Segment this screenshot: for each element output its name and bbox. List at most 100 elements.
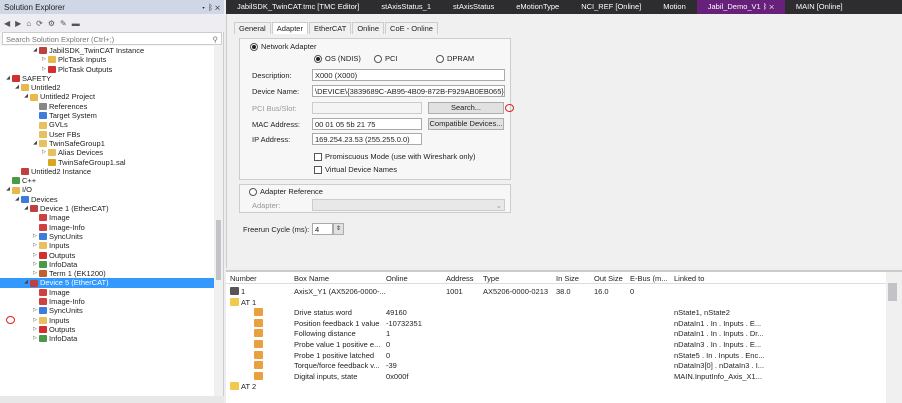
expanded-arrow-icon[interactable]: ◢ [13,83,21,92]
document-tab[interactable]: stAxisStatus_1 [370,0,442,14]
tree-scroll-thumb[interactable] [216,220,221,280]
list-row[interactable]: Following distance 1 nDataIn1 . In . Input… [226,328,888,339]
home-icon[interactable]: ⌂ [26,19,31,28]
editor-subtab[interactable]: CoE - Online [385,22,438,34]
tree-item[interactable]: User FBs [0,130,214,139]
sync-icon[interactable]: ⟳ [36,19,43,28]
document-tab[interactable]: stAxisStatus [442,0,505,14]
expanded-arrow-icon[interactable]: ◢ [13,195,21,204]
column-header[interactable]: E-Bus (m... [630,274,668,283]
document-tab[interactable]: Jabil_Demo_V1 ᛒ ✕ [696,0,785,14]
tree-item[interactable]: Untitled2 Instance [0,167,214,176]
tree-item[interactable]: ◢ Device 1 (EtherCAT) [0,204,214,213]
mac-field[interactable]: 00 01 05 5b 21 75 [312,118,422,130]
list-row[interactable]: Drive status word 49160 nState1, nState2 [226,307,888,318]
list-row[interactable]: AT 1 [226,297,888,308]
promiscuous-checkbox[interactable] [314,152,322,161]
tree-item[interactable]: References [0,102,214,111]
collapsed-arrow-icon[interactable]: ▷ [40,55,48,64]
list-row[interactable]: 1 AxisX_Y1 (AX5206-0000-... 1001 AX5206-000… [226,286,888,297]
column-header[interactable]: Address [446,274,474,283]
list-row[interactable]: Digital inputs, state 0x000f MAIN.InputInf… [226,371,888,382]
compatible-devices-button[interactable]: Compatible Devices... [428,118,504,130]
expanded-arrow-icon[interactable]: ◢ [31,139,39,148]
editor-subtab[interactable]: Online [352,22,385,34]
tree-item[interactable]: Target System [0,111,214,120]
collapsed-arrow-icon[interactable]: ▷ [31,269,39,278]
panel-controls[interactable]: ▾ ᛒ ✕ [201,3,220,12]
forward-icon[interactable]: ▶ [15,19,21,28]
tree-item[interactable]: ◢ Devices [0,195,214,204]
wrench-icon[interactable]: ✎ [60,19,67,28]
column-header[interactable]: Number [230,274,257,283]
tree-item[interactable]: ▷ SyncUnits [0,306,214,315]
tree-item[interactable]: GVLs [0,120,214,129]
adapter-reference-option[interactable]: Adapter Reference [249,187,323,196]
expanded-arrow-icon[interactable]: ◢ [22,92,30,101]
tree-item[interactable]: ◢ Untitled2 Project [0,92,214,101]
tree-item[interactable]: ▷ PlcTask Inputs [0,55,214,64]
collapsed-arrow-icon[interactable]: ▷ [40,148,48,157]
document-tab[interactable]: MAIN [Online] [785,0,854,14]
list-row[interactable]: Probe value 1 positive e... 0 nDataIn3 . I… [226,339,888,350]
editor-subtab[interactable]: General [234,22,271,34]
document-tab[interactable]: NCI_REF [Online] [570,0,652,14]
tree-item[interactable]: TwinSafeGroup1.sal [0,158,214,167]
device-name-field[interactable]: \DEVICE\{3839689C-AB95-4B09-872B-F929AB0… [312,85,505,97]
os-ndis-option[interactable]: OS (NDIS) [314,54,361,63]
dpram-radio[interactable] [436,54,444,63]
tree-item[interactable]: ▷ PlcTask Outputs [0,65,214,74]
settings-icon[interactable]: ⚙ [48,19,55,28]
pci-radio[interactable] [374,54,382,63]
column-header[interactable]: Type [483,274,499,283]
list-row[interactable]: AT 2 [226,381,888,392]
tree-item[interactable]: ▷ Alias Devices [0,148,214,157]
list-scroll-thumb[interactable] [888,283,897,301]
tree-item[interactable]: Image [0,213,214,222]
column-header[interactable]: Linked to [674,274,704,283]
os-ndis-radio[interactable] [314,54,322,63]
collapsed-arrow-icon[interactable]: ▷ [31,232,39,241]
collapsed-arrow-icon[interactable]: ▷ [31,316,39,325]
collapsed-arrow-icon[interactable]: ▷ [31,325,39,334]
expanded-arrow-icon[interactable]: ◢ [31,46,39,55]
expanded-arrow-icon[interactable]: ◢ [22,204,30,213]
collapsed-arrow-icon[interactable]: ▷ [31,306,39,315]
document-tab[interactable]: JabilSDK_TwinCAT.tmc [TMC Editor] [226,0,370,14]
tree-item[interactable]: ▷ Inputs [0,241,214,250]
tree-item[interactable]: ▷ SyncUnits [0,232,214,241]
tree-item[interactable]: ▷ Term 1 (EK1200) [0,269,214,278]
network-adapter-option[interactable]: Network Adapter [250,42,316,51]
tree-item[interactable]: ▷ InfoData [0,260,214,269]
collapsed-arrow-icon[interactable]: ▷ [40,65,48,74]
column-header[interactable]: Box Name [294,274,329,283]
document-tab[interactable]: eMotionType [505,0,570,14]
collapsed-arrow-icon[interactable]: ▷ [31,241,39,250]
collapsed-arrow-icon[interactable]: ▷ [31,260,39,269]
tree-item[interactable]: ▷ Outputs [0,325,214,334]
tree-item[interactable]: ▷ Inputs [0,316,214,325]
expanded-arrow-icon[interactable]: ◢ [4,185,12,194]
ip-field[interactable]: 169.254.23.53 (255.255.0.0) [312,133,422,145]
adapter-reference-radio[interactable] [249,187,257,196]
tree-item[interactable]: ◢ Untitled2 [0,83,214,92]
promiscuous-option[interactable]: Promiscuous Mode (use with Wireshark onl… [314,152,475,161]
freerun-field[interactable]: 4 [312,223,333,235]
tree-item[interactable]: ▷ Outputs [0,251,214,260]
dpram-option[interactable]: DPRAM [436,54,474,63]
tree-item[interactable]: Image [0,288,214,297]
list-row[interactable]: Probe 1 positive latched 0 nState5 . In . … [226,350,888,361]
list-row[interactable]: Torque/force feedback v... -39 nDataIn3[0]… [226,360,888,371]
list-row[interactable]: Position feedback 1 value -10732351 nDataI… [226,318,888,329]
collapsed-arrow-icon[interactable]: ▷ [31,251,39,260]
tree-item[interactable]: Image-Info [0,223,214,232]
column-header[interactable]: Out Size [594,274,623,283]
collapsed-arrow-icon[interactable]: ▷ [31,334,39,343]
description-field[interactable]: X000 (X000) [312,69,505,81]
tree-item[interactable]: ◢ JabilSDK_TwinCAT Instance [0,46,214,55]
pci-option[interactable]: PCI [374,54,398,63]
search-input[interactable]: Search Solution Explorer (Ctrl+;) ⚲ [2,32,222,45]
minus-icon[interactable]: ▬ [72,19,80,28]
tree-item[interactable]: ▷ InfoData [0,334,214,343]
expanded-arrow-icon[interactable]: ◢ [4,74,12,83]
